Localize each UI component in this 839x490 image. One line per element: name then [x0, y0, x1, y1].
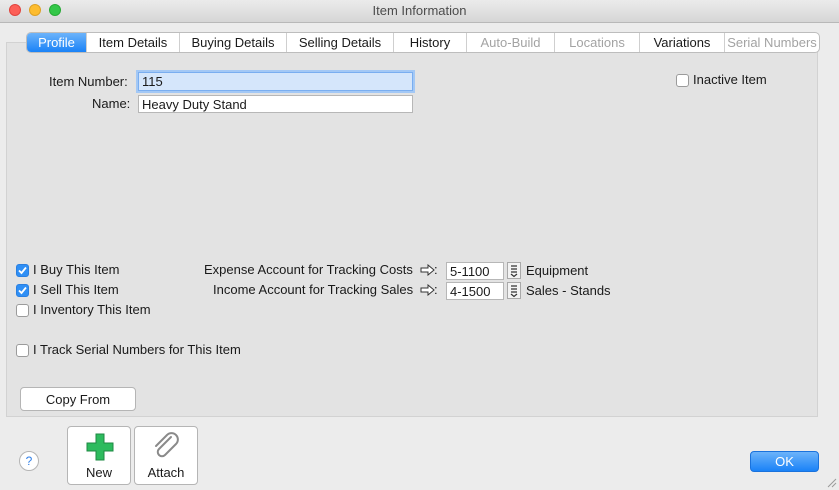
- income-account-field[interactable]: 4-1500: [446, 282, 504, 300]
- new-button[interactable]: New: [67, 426, 131, 485]
- item-number-field[interactable]: 115: [138, 72, 413, 91]
- inventory-item-label: I Inventory This Item: [33, 302, 151, 317]
- copy-from-button[interactable]: Copy From: [20, 387, 136, 411]
- tab-history[interactable]: History: [394, 33, 467, 52]
- sell-item-checkbox[interactable]: [16, 284, 29, 297]
- expense-colon: :: [434, 262, 438, 277]
- attach-button-label: Attach: [147, 465, 185, 480]
- tab-item-details[interactable]: Item Details: [87, 33, 180, 52]
- new-button-label: New: [85, 465, 112, 480]
- resize-grip-icon[interactable]: [827, 478, 837, 488]
- income-colon: :: [434, 282, 438, 297]
- tab-buying-details[interactable]: Buying Details: [180, 33, 287, 52]
- inventory-item-checkbox[interactable]: [16, 304, 29, 317]
- sell-item-label: I Sell This Item: [33, 282, 119, 297]
- paperclip-icon: [155, 432, 179, 458]
- checkmark-icon: [18, 286, 27, 295]
- expense-account-list-button[interactable]: [507, 262, 521, 279]
- help-button[interactable]: ?: [19, 451, 39, 471]
- tab-profile[interactable]: Profile: [27, 33, 87, 52]
- income-account-name: Sales - Stands: [526, 283, 611, 298]
- inactive-item-checkbox[interactable]: [676, 74, 689, 87]
- income-account-list-button[interactable]: [507, 282, 521, 299]
- tab-variations[interactable]: Variations: [640, 33, 725, 52]
- buy-item-checkbox[interactable]: [16, 264, 29, 277]
- track-serial-label: I Track Serial Numbers for This Item: [33, 342, 241, 357]
- attach-button[interactable]: Attach: [134, 426, 198, 485]
- tab-serial-numbers[interactable]: Serial Numbers: [725, 33, 819, 52]
- expense-account-name: Equipment: [526, 263, 589, 278]
- expense-account-field[interactable]: 5-1100: [446, 262, 504, 280]
- tab-selling-details[interactable]: Selling Details: [287, 33, 394, 52]
- tab-locations[interactable]: Locations: [555, 33, 640, 52]
- income-account-label: Income Account for Tracking Sales: [213, 282, 414, 297]
- name-field[interactable]: Heavy Duty Stand: [138, 95, 413, 113]
- checkmark-icon: [18, 266, 27, 275]
- list-icon: [510, 285, 518, 298]
- tab-bar: Profile Item Details Buying Details Sell…: [26, 32, 820, 53]
- tab-auto-build[interactable]: Auto-Build: [467, 33, 555, 52]
- list-icon: [510, 265, 518, 278]
- title-bar: Item Information: [0, 0, 839, 23]
- inactive-item-label: Inactive Item: [693, 72, 767, 87]
- plus-icon: [86, 433, 114, 461]
- ok-button[interactable]: OK: [750, 451, 819, 472]
- item-number-label: Item Number:: [49, 74, 128, 89]
- window-title: Item Information: [372, 3, 467, 18]
- name-label: Name:: [92, 96, 131, 111]
- track-serial-checkbox[interactable]: [16, 344, 29, 357]
- expense-account-label: Expense Account for Tracking Costs: [204, 262, 413, 277]
- buy-item-label: I Buy This Item: [33, 262, 120, 277]
